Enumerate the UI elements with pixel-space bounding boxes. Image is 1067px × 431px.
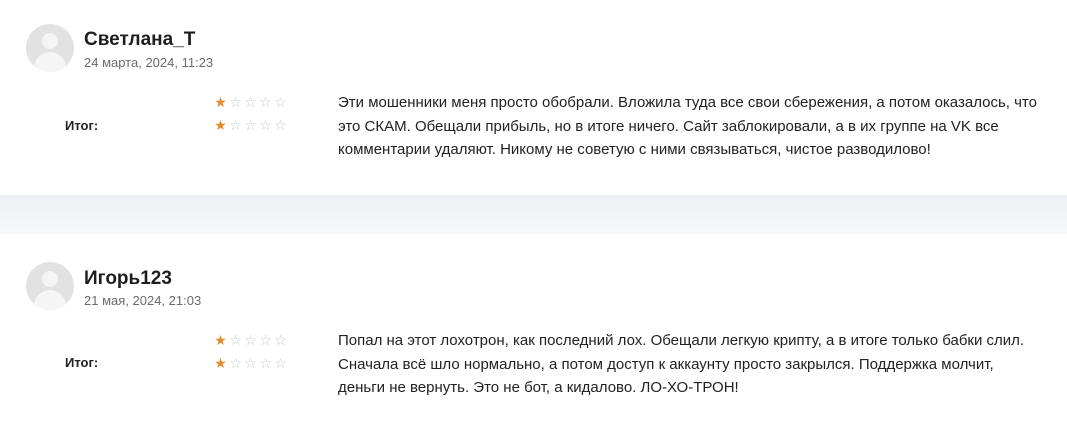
rating-stars: ★☆☆☆☆	[214, 118, 289, 132]
review-text: Попал на этот лохотрон, как последний ло…	[338, 332, 1025, 396]
star-icon: ☆	[244, 355, 259, 371]
review-card: Игорь123 21 мая, 2024, 21:03 ★☆☆☆☆ ★☆☆☆☆…	[0, 234, 1067, 431]
card-separator	[0, 195, 1067, 234]
review-date: 21 мая, 2024, 21:03	[84, 293, 202, 308]
avatar	[26, 24, 74, 72]
star-icon: ☆	[259, 94, 274, 110]
star-icon: ☆	[244, 94, 259, 110]
star-icon: ☆	[259, 332, 274, 348]
total-label: Итог:	[65, 355, 99, 370]
avatar	[26, 262, 74, 310]
review-card: Светлана_Т 24 марта, 2024, 11:23 ★☆☆☆☆ ★…	[0, 0, 1067, 195]
total-label: Итог:	[65, 118, 99, 133]
rating-stars: ★☆☆☆☆	[214, 333, 289, 347]
rating-stars: ★☆☆☆☆	[214, 356, 289, 370]
star-icon: ☆	[274, 117, 289, 133]
review-author: Светлана_Т	[84, 29, 196, 50]
star-icon: ☆	[229, 117, 244, 133]
star-icon: ★	[214, 117, 229, 133]
star-icon: ☆	[244, 117, 259, 133]
star-icon: ★	[214, 332, 229, 348]
star-icon: ☆	[259, 117, 274, 133]
star-icon: ☆	[274, 332, 289, 348]
star-icon: ☆	[274, 355, 289, 371]
rating-stars: ★☆☆☆☆	[214, 95, 289, 109]
review-author: Игорь123	[84, 268, 172, 289]
star-icon: ☆	[229, 355, 244, 371]
star-icon: ☆	[229, 94, 244, 110]
review-text: Эти мошенники меня просто обобрали. Влож…	[338, 94, 1037, 158]
star-icon: ☆	[274, 94, 289, 110]
star-icon: ★	[214, 355, 229, 371]
star-icon: ☆	[259, 355, 274, 371]
star-icon: ☆	[244, 332, 259, 348]
star-icon: ★	[214, 94, 229, 110]
review-date: 24 марта, 2024, 11:23	[84, 55, 214, 70]
star-icon: ☆	[229, 332, 244, 348]
